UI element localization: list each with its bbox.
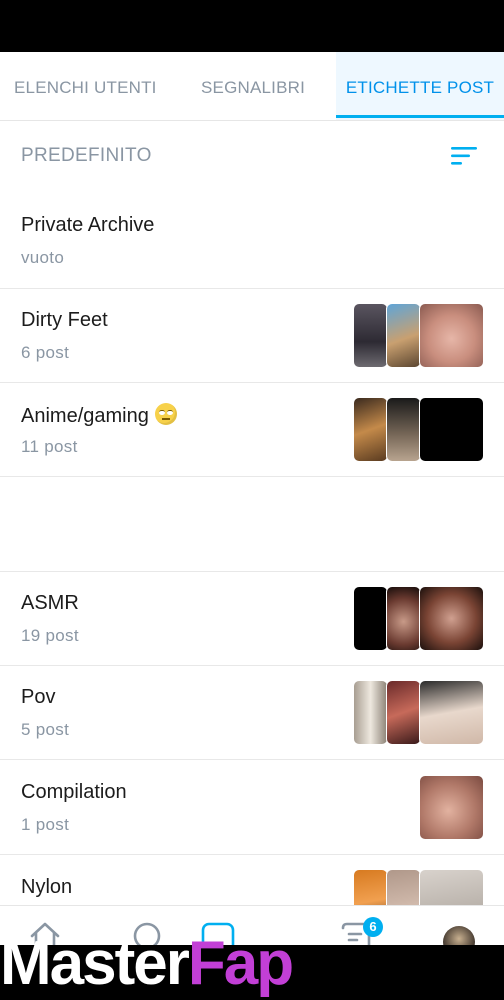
list-item-subtitle: 5 post [21,720,70,739]
thumbnail [353,397,388,462]
list-item[interactable]: Anime/gaming 11 post [0,383,504,477]
thumbnail [386,397,421,462]
thumbnail [419,303,484,368]
thumbnail [419,397,484,462]
list-item-subtitle: 6 post [21,343,70,362]
thumbnail-strip [353,303,484,368]
list-spacer [0,477,504,572]
watermark-domain: .net [236,918,286,951]
thumbnail [419,586,484,651]
thumbnail [386,303,421,368]
active-tab-indicator [336,115,504,118]
list-item-title: ASMR [21,592,79,614]
list-item[interactable]: Compilation 1 post [0,760,504,855]
tab-post-labels[interactable]: ETICHETTE POST [336,52,504,120]
messages-badge: 6 [363,917,383,937]
list-item-title: Dirty Feet [21,309,108,331]
thumbnail [353,586,388,651]
list-item-subtitle: 11 post [21,437,78,456]
list-item[interactable]: ASMR 19 post [0,572,504,666]
sort-icon[interactable] [451,145,477,167]
list-item-title: Compilation [21,781,127,803]
thumbnail [386,586,421,651]
thumbnail-strip [353,680,484,745]
section-header: PREDEFINITO [0,121,504,191]
status-bar [0,0,504,52]
section-title: PREDEFINITO [21,145,152,166]
thumbnail-strip [353,397,484,462]
tab-bar: ELENCHI UTENTI SEGNALIBRI ETICHETTE POST [0,52,504,121]
list-item[interactable]: Private Archive vuoto [0,192,504,289]
thumbnail-strip [419,775,484,840]
thumbnail [419,775,484,840]
tab-bookmarks[interactable]: SEGNALIBRI [201,52,305,120]
tab-user-lists[interactable]: ELENCHI UTENTI [14,52,157,120]
list-item-subtitle: 19 post [21,626,79,645]
list-item-title: Pov [21,686,56,708]
thumbnail [386,680,421,745]
list-item-title: Private Archive [21,214,155,236]
list-item-title: Nylon [21,876,73,898]
thumbnail-strip [353,586,484,651]
thumbnail [419,680,484,745]
list-item-title: Anime/gaming [21,403,177,428]
list-item-subtitle: 1 post [21,815,70,834]
rolling-eyes-emoji [154,403,177,425]
thumbnail [353,303,388,368]
list-item[interactable]: Pov 5 post [0,666,504,760]
thumbnail [353,680,388,745]
list-item[interactable]: Dirty Feet 6 post [0,289,504,383]
list-item-subtitle: vuoto [21,248,65,267]
